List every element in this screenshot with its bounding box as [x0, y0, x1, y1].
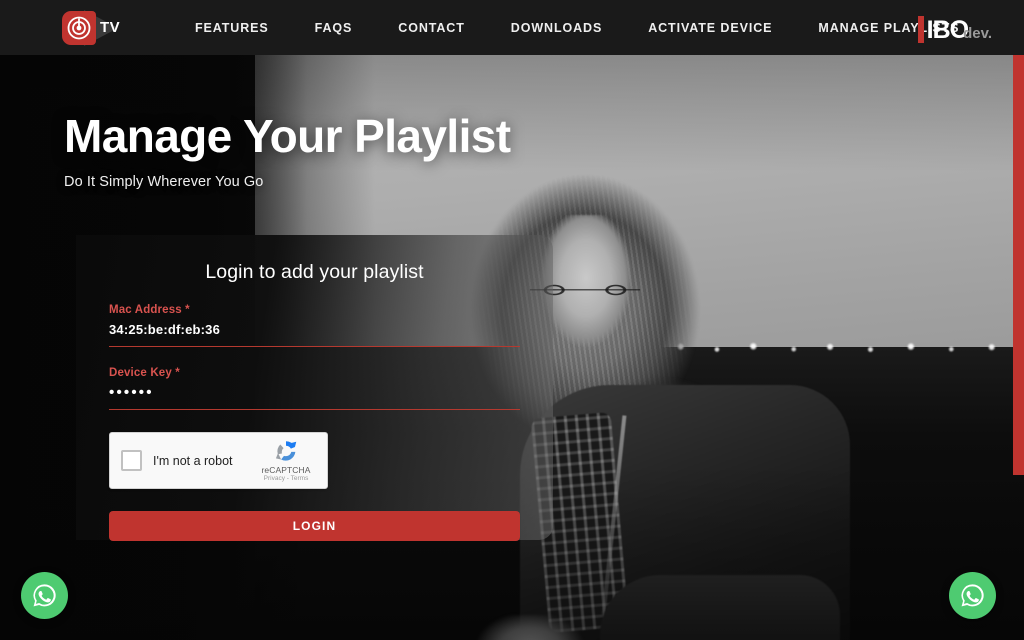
page-title: Manage Your Playlist [64, 110, 511, 162]
recaptcha-branding: reCAPTCHA Privacy - Terms [253, 438, 319, 482]
login-form-title: Login to add your playlist [205, 261, 424, 283]
brand-name-text: IBO [926, 16, 969, 45]
page-subtitle: Do It Simply Wherever You Go [64, 174, 264, 191]
mac-address-field-group: Mac Address * [109, 304, 520, 347]
nav-link-downloads[interactable]: DOWNLOADS [488, 21, 625, 35]
device-key-label: Device Key * [109, 367, 180, 379]
recaptcha-widget[interactable]: I'm not a robot reCAPTCHA Privacy - Term… [109, 432, 328, 489]
device-key-field-group: Device Key * [109, 367, 520, 410]
page-root: TV FEATURES FAQS CONTACT DOWNLOADS ACTIV… [0, 0, 1024, 640]
recaptcha-checkbox-label: I'm not a robot [153, 453, 233, 468]
site-logo[interactable]: TV [62, 8, 136, 48]
nav-link-features[interactable]: FEATURES [172, 21, 292, 35]
mac-address-label: Mac Address * [109, 304, 190, 316]
brand-accent-bar [917, 16, 924, 43]
ibo-player-logo-icon [62, 10, 96, 45]
mac-address-input[interactable] [109, 321, 520, 338]
nav-links: FEATURES FAQS CONTACT DOWNLOADS ACTIVATE… [172, 21, 982, 35]
nav-link-contact[interactable]: CONTACT [375, 21, 487, 35]
nav-link-faqs[interactable]: FAQS [292, 21, 376, 35]
device-key-input[interactable] [109, 384, 520, 401]
login-button[interactable]: LOGIN [109, 511, 520, 541]
whatsapp-icon [33, 584, 56, 607]
top-navigation-bar: TV FEATURES FAQS CONTACT DOWNLOADS ACTIV… [0, 0, 1024, 55]
mac-address-underline [109, 346, 520, 347]
whatsapp-button-right[interactable] [949, 572, 996, 619]
ibo-dev-brand-logo[interactable]: IBO dev. [917, 11, 992, 45]
whatsapp-button-left[interactable] [21, 572, 68, 619]
nav-link-activate-device[interactable]: ACTIVATE DEVICE [625, 21, 795, 35]
device-key-underline [109, 409, 520, 410]
recaptcha-brand-text: reCAPTCHA [261, 465, 311, 475]
right-accent-stripe [1013, 55, 1024, 475]
recaptcha-icon [253, 438, 319, 464]
login-form-panel: Login to add your playlist Mac Address *… [76, 235, 553, 541]
recaptcha-checkbox[interactable] [121, 450, 142, 471]
whatsapp-icon [961, 584, 984, 607]
brand-suffix-text: dev. [963, 25, 992, 42]
recaptcha-legal-links[interactable]: Privacy - Terms [253, 475, 319, 482]
logo-tv-text: TV [100, 18, 121, 36]
hero-text-block: Manage Your Playlist Do It Simply Wherev… [64, 110, 511, 191]
